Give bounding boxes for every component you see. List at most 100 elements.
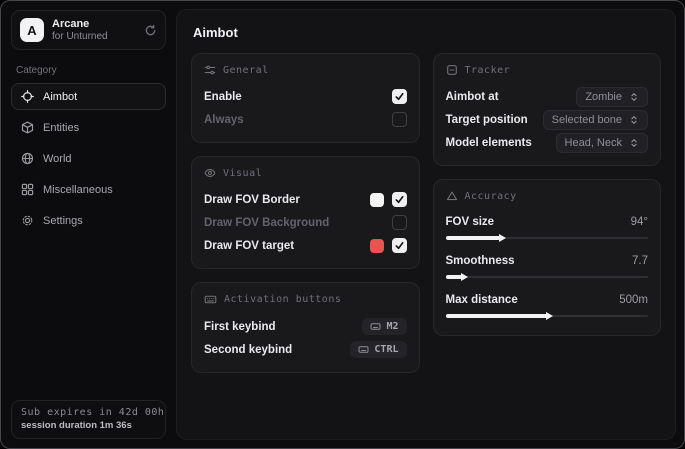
slider-head: Max distance 500m	[446, 289, 649, 310]
slider-fill	[446, 314, 547, 318]
sidebar-item-miscellaneous[interactable]: Miscellaneous	[11, 176, 166, 203]
sidebar-item-label: Entities	[43, 122, 79, 134]
fov-target-color-swatch[interactable]	[370, 239, 384, 253]
toggle-row-fov-border: Draw FOV Border	[204, 188, 407, 211]
scan-icon	[446, 64, 458, 76]
sliders-icon	[204, 64, 216, 76]
sidebar-nav: Aimbot Entities	[11, 83, 166, 234]
row-label: Enable	[204, 91, 242, 103]
keyboard-icon	[204, 293, 217, 306]
slider-group-smoothness: Smoothness 7.7	[446, 250, 649, 282]
keybind-value: M2	[386, 321, 398, 332]
sub-expiry-text: Sub expires in 42d 00h	[21, 407, 156, 418]
slider-head: FOV size 94°	[446, 211, 649, 232]
row-label: First keybind	[204, 321, 276, 333]
sidebar-item-aimbot[interactable]: Aimbot	[11, 83, 166, 110]
keybind-row-second: Second keybind CTRL	[204, 338, 407, 361]
activation-card-header: Activation buttons	[204, 293, 407, 306]
slider-label: Max distance	[446, 294, 518, 306]
select-value: Head, Neck	[565, 137, 622, 149]
fov-background-checkbox[interactable]	[392, 215, 407, 230]
row-label: Draw FOV Border	[204, 194, 300, 206]
category-label: Category	[16, 65, 166, 76]
slider-label: FOV size	[446, 216, 495, 228]
tracker-card: Tracker Aimbot at Zombie	[433, 53, 662, 166]
subscription-status-card: Sub expires in 42d 00h session duration …	[11, 400, 166, 439]
fov-border-checkbox[interactable]	[392, 192, 407, 207]
chevrons-up-down-icon	[629, 115, 639, 125]
target-position-select[interactable]: Selected bone	[543, 110, 648, 130]
toggle-row-always: Always	[204, 108, 407, 131]
refresh-icon[interactable]	[144, 24, 157, 37]
card-title: General	[223, 65, 269, 76]
smoothness-slider[interactable]	[446, 272, 649, 282]
sidebar-item-settings[interactable]: Settings	[11, 207, 166, 234]
left-column: General Enable Always	[191, 53, 420, 373]
triangle-icon	[446, 190, 458, 202]
row-label: Aimbot at	[446, 91, 499, 103]
slider-fill	[446, 236, 501, 240]
brand-logo: A	[20, 18, 44, 42]
fov-size-slider[interactable]	[446, 233, 649, 243]
activation-card: Activation buttons First keybind M2	[191, 282, 420, 373]
slider-value: 500m	[619, 294, 648, 306]
grid-icon	[21, 183, 34, 196]
keybind-row-first: First keybind M2	[204, 315, 407, 338]
row-label: Model elements	[446, 137, 532, 149]
right-column: Tracker Aimbot at Zombie	[433, 53, 662, 336]
first-keybind-button[interactable]: M2	[362, 318, 406, 335]
keyboard-icon	[358, 344, 369, 355]
max-distance-slider[interactable]	[446, 311, 649, 321]
sidebar-item-entities[interactable]: Entities	[11, 114, 166, 141]
card-columns: General Enable Always	[191, 53, 661, 373]
tracker-card-header: Tracker	[446, 64, 649, 76]
row-label: Target position	[446, 114, 528, 126]
slider-value: 7.7	[632, 255, 648, 267]
model-elements-select[interactable]: Head, Neck	[556, 133, 648, 153]
globe-icon	[21, 152, 34, 165]
crosshair-icon	[21, 90, 34, 103]
slider-track	[446, 276, 649, 278]
visual-card: Visual Draw FOV Border Draw FOV Backgrou…	[191, 156, 420, 269]
fov-target-checkbox[interactable]	[392, 238, 407, 253]
aimbot-at-select[interactable]: Zombie	[576, 87, 648, 107]
enable-checkbox[interactable]	[392, 89, 407, 104]
gear-icon	[21, 214, 34, 227]
brand-text: Arcane for Unturned	[52, 18, 136, 42]
visual-card-header: Visual	[204, 167, 407, 179]
accuracy-card: Accuracy FOV size 94°	[433, 179, 662, 336]
chevrons-up-down-icon	[629, 138, 639, 148]
second-keybind-button[interactable]: CTRL	[350, 341, 406, 358]
chevrons-up-down-icon	[629, 92, 639, 102]
accuracy-card-header: Accuracy	[446, 190, 649, 202]
app-window: A Arcane for Unturned Category	[0, 0, 685, 449]
select-value: Selected bone	[552, 114, 622, 126]
card-title: Tracker	[465, 65, 511, 76]
row-label: Second keybind	[204, 344, 292, 356]
general-card-header: General	[204, 64, 407, 76]
brand-card: A Arcane for Unturned	[11, 10, 166, 50]
brand-subtitle: for Unturned	[52, 31, 136, 43]
slider-group-max-distance: Max distance 500m	[446, 289, 649, 321]
sidebar-item-label: World	[43, 153, 72, 165]
sidebar-item-world[interactable]: World	[11, 145, 166, 172]
fov-border-color-swatch[interactable]	[370, 193, 384, 207]
sidebar-spacer	[11, 234, 166, 400]
row-label: Draw FOV Background	[204, 217, 329, 229]
row-controls	[392, 215, 407, 230]
select-row-model-elements: Model elements Head, Neck	[446, 131, 649, 154]
cube-icon	[21, 121, 34, 134]
eye-icon	[204, 167, 216, 179]
select-row-target-position: Target position Selected bone	[446, 108, 649, 131]
general-card: General Enable Always	[191, 53, 420, 143]
card-title: Activation buttons	[224, 294, 341, 305]
always-checkbox[interactable]	[392, 112, 407, 127]
toggle-row-fov-target: Draw FOV target	[204, 234, 407, 257]
main-panel: Aimbot General	[176, 9, 676, 440]
toggle-row-enable: Enable	[204, 85, 407, 108]
slider-head: Smoothness 7.7	[446, 250, 649, 271]
select-value: Zombie	[585, 91, 622, 103]
slider-value: 94°	[631, 216, 648, 228]
sidebar-item-label: Settings	[43, 215, 83, 227]
page-title: Aimbot	[193, 25, 661, 40]
